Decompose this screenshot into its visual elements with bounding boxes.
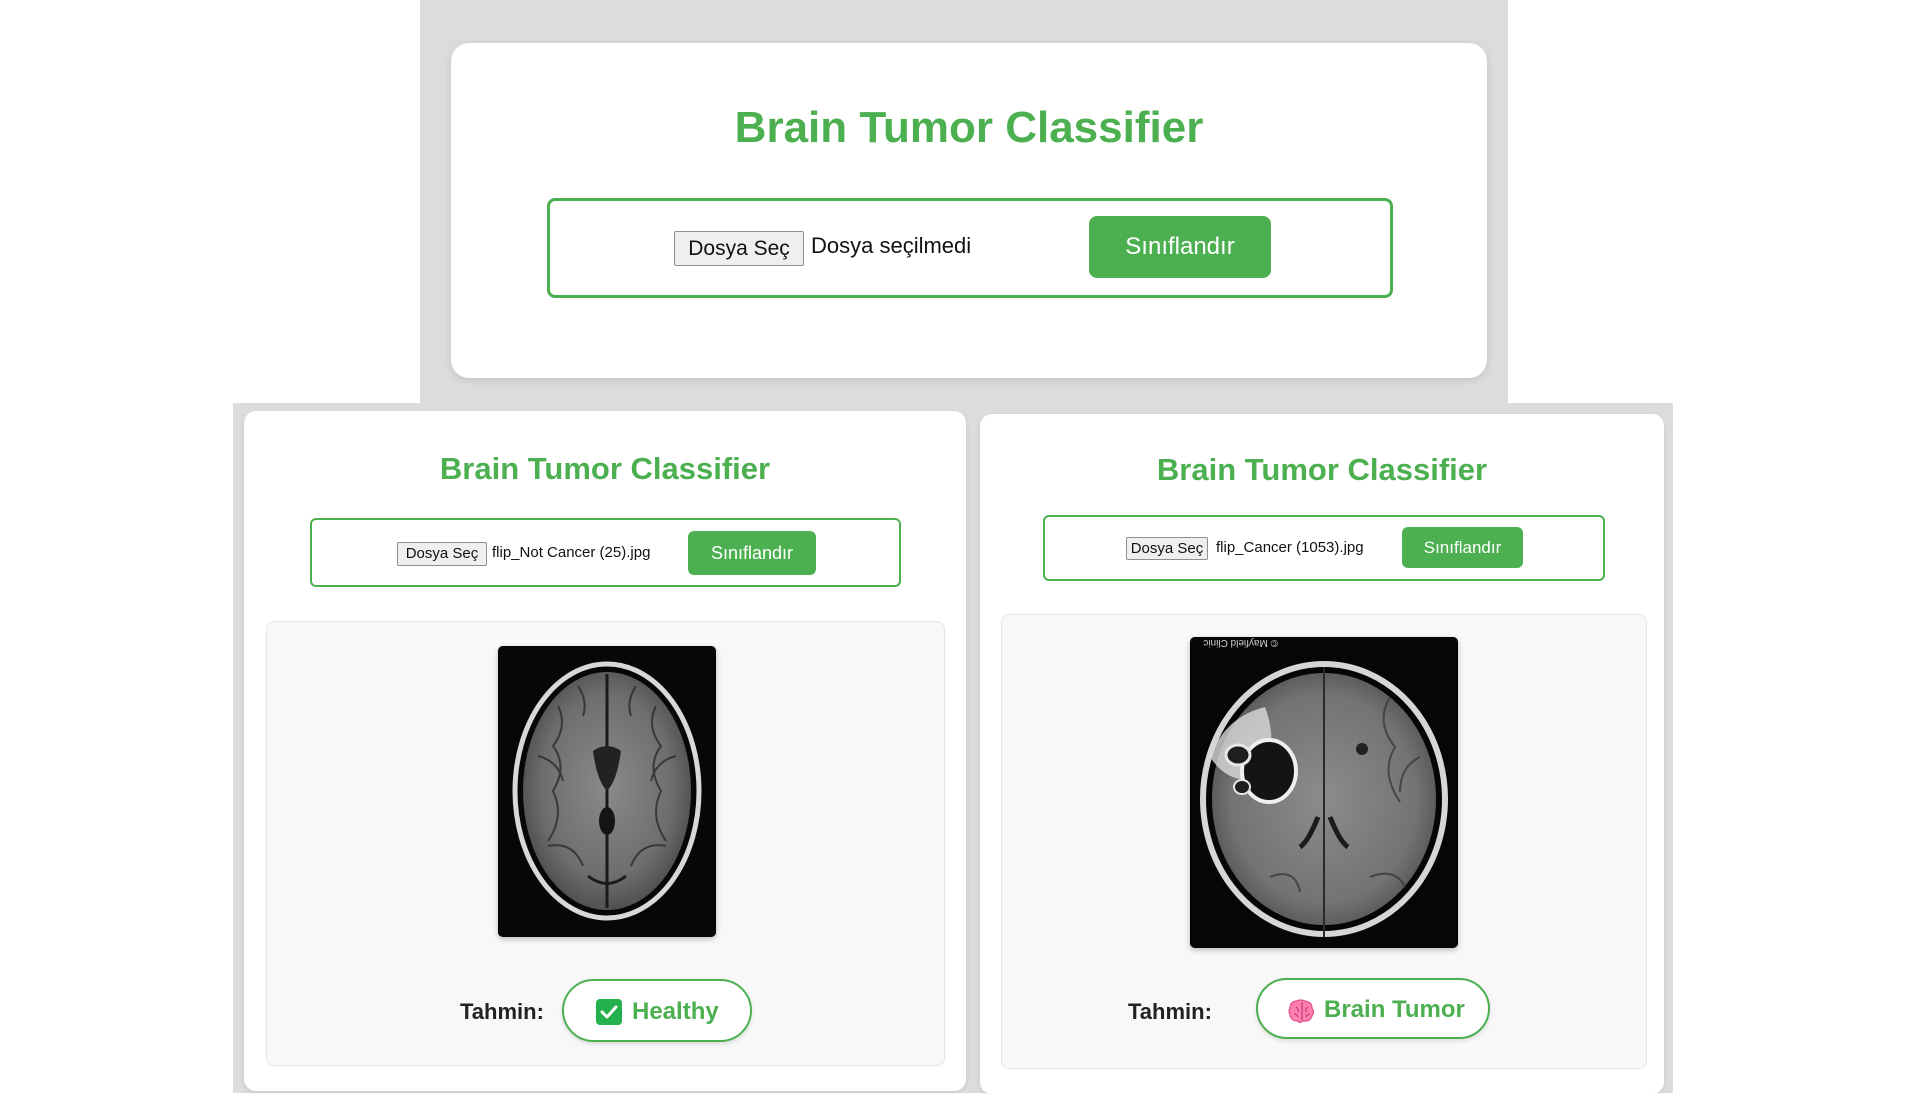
prediction-text: Healthy [632, 998, 719, 1026]
classify-button[interactable]: Sınıflandır [1089, 216, 1271, 278]
prediction-badge: Healthy [562, 979, 752, 1042]
prediction-text: Brain Tumor [1324, 996, 1465, 1024]
page-title: Brain Tumor Classifier [734, 103, 1204, 152]
file-status-text: Dosya seçilmedi [811, 233, 972, 258]
card-title: Brain Tumor Classifier [439, 451, 771, 486]
check-icon [596, 998, 622, 1025]
card-title: Brain Tumor Classifier [1156, 452, 1488, 487]
brain-icon [1288, 981, 1316, 1038]
watermark-text: © Mayfield Clinic [1203, 637, 1278, 648]
classify-button[interactable]: Sınıflandır [1402, 527, 1523, 568]
result-panel: © Mayfield Clinic Tahmin: Brain Tumor [1001, 614, 1647, 1069]
file-name-text: flip_Cancer (1053).jpg [1216, 539, 1364, 556]
prediction-label: Tahmin: [1128, 999, 1212, 1024]
upload-form: Dosya Seç Dosya seçilmedi Sınıflandır [547, 198, 1393, 298]
classifier-card-tumor: Brain Tumor Classifier Dosya Seç flip_Ca… [980, 414, 1664, 1094]
prediction-label: Tahmin: [460, 999, 544, 1024]
classify-button[interactable]: Sınıflandır [688, 531, 816, 575]
mri-image-healthy [498, 646, 716, 937]
file-choose-button[interactable]: Dosya Seç [397, 542, 487, 566]
classifier-card-healthy: Brain Tumor Classifier Dosya Seç flip_No… [244, 411, 966, 1091]
mri-image-tumor: © Mayfield Clinic [1190, 637, 1458, 948]
result-panel: Tahmin: Healthy [266, 621, 945, 1066]
file-choose-button[interactable]: Dosya Seç [1126, 537, 1208, 560]
upload-form: Dosya Seç flip_Not Cancer (25).jpg Sınıf… [310, 518, 901, 587]
file-choose-button[interactable]: Dosya Seç [674, 231, 804, 266]
classifier-card-top: Brain Tumor Classifier Dosya Seç Dosya s… [451, 43, 1487, 378]
file-name-text: flip_Not Cancer (25).jpg [492, 544, 651, 561]
prediction-badge: Brain Tumor [1256, 978, 1490, 1039]
upload-form: Dosya Seç flip_Cancer (1053).jpg Sınıfla… [1043, 515, 1605, 581]
